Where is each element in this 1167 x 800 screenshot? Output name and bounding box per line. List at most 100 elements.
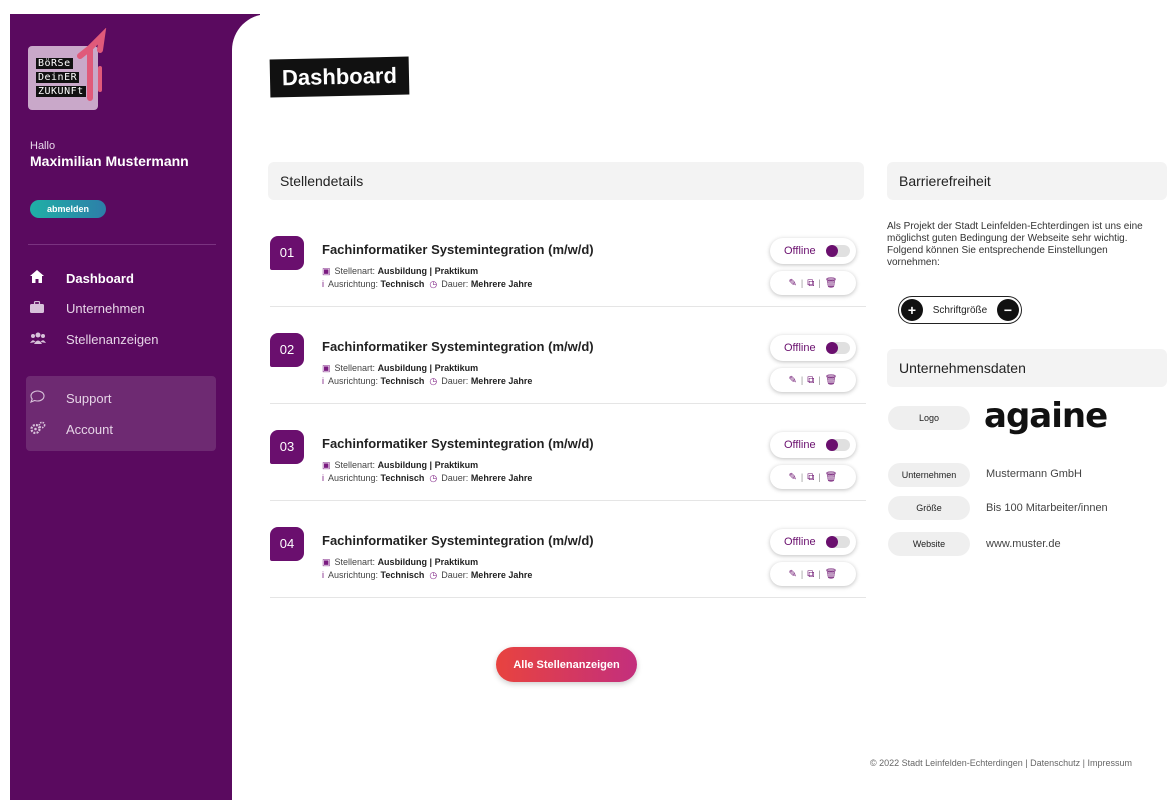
website-value[interactable]: www.muster.de	[986, 538, 1061, 550]
status-toggle[interactable]: Offline	[770, 432, 856, 458]
info-icon: i	[322, 279, 324, 289]
sidebar-item-dashboard[interactable]: Dashboard	[30, 267, 210, 289]
clock-icon: ◷	[429, 279, 438, 289]
job-type-value: Ausbildung | Praktikum	[377, 363, 479, 373]
edit-icon[interactable]: ✎	[789, 375, 797, 386]
job-duration-label: Dauer:	[441, 473, 469, 483]
status-toggle[interactable]: Offline	[770, 335, 856, 361]
minus-icon[interactable]: −	[997, 299, 1019, 321]
info-icon: i	[322, 376, 324, 386]
toggle-switch[interactable]	[826, 439, 850, 451]
job-type-value: Ausbildung | Praktikum	[377, 460, 479, 470]
toggle-switch[interactable]	[826, 536, 850, 548]
job-title[interactable]: Fachinformatiker Systemintegration (m/w/…	[322, 533, 594, 548]
edit-icon[interactable]: ✎	[789, 569, 797, 580]
job-type-label: Stellenart:	[334, 363, 376, 373]
page-title: Dashboard	[269, 56, 410, 98]
job-type-value: Ausbildung | Praktikum	[377, 557, 479, 567]
sidebar-item-stellenanzeigen[interactable]: Stellenanzeigen	[30, 328, 210, 350]
toggle-switch[interactable]	[826, 342, 850, 354]
job-actions: ✎ | ⧉ | 🗑	[770, 562, 856, 586]
logo-label: Logo	[888, 406, 970, 430]
job-duration-label: Dauer:	[441, 376, 469, 386]
job-number: 04	[270, 527, 304, 561]
footer: © 2022 Stadt Leinfelden-Echterdingen | D…	[870, 758, 1132, 768]
info-icon: i	[322, 473, 324, 483]
all-jobs-button[interactable]: Alle Stellenanzeigen	[496, 647, 637, 682]
job-direction-value: Technisch	[380, 279, 425, 289]
job-item: 04 Fachinformatiker Systemintegration (m…	[270, 501, 866, 598]
clock-icon: ◷	[429, 473, 438, 483]
logout-button[interactable]: abmelden	[30, 200, 106, 218]
job-duration-value: Mehrere Jahre	[470, 570, 533, 580]
sidebar-item-support[interactable]: Support	[30, 387, 210, 409]
job-direction-label: Ausrichtung:	[328, 376, 379, 386]
status-toggle[interactable]: Offline	[770, 529, 856, 555]
accessibility-text: Als Projekt der Stadt Leinfelden-Echterd…	[887, 221, 1143, 268]
sidebar-item-label: Support	[66, 390, 112, 406]
trash-icon[interactable]: 🗑	[825, 375, 838, 386]
job-actions: ✎ | ⧉ | 🗑	[770, 465, 856, 489]
divider: |	[818, 278, 821, 288]
status-label: Offline	[784, 245, 816, 257]
job-type-value: Ausbildung | Praktikum	[377, 266, 479, 276]
trash-icon[interactable]: 🗑	[825, 569, 838, 580]
status-label: Offline	[784, 536, 816, 548]
copy-icon[interactable]: ⧉	[807, 375, 814, 386]
job-meta-line: i Ausrichtung: Technisch ◷ Dauer: Mehrere …	[322, 279, 532, 290]
job-item: 03 Fachinformatiker Systemintegration (m…	[270, 404, 866, 501]
job-meta-line: i Ausrichtung: Technisch ◷ Dauer: Mehrere …	[322, 376, 532, 387]
copy-icon[interactable]: ⧉	[807, 278, 814, 289]
sidebar-item-unternehmen[interactable]: Unternehmen	[30, 297, 210, 319]
website-label: Website	[888, 532, 970, 556]
trash-icon[interactable]: 🗑	[825, 472, 838, 483]
status-toggle[interactable]: Offline	[770, 238, 856, 264]
sidebar-item-label: Unternehmen	[66, 300, 145, 316]
job-type-label: Stellenart:	[334, 266, 376, 276]
copy-icon[interactable]: ⧉	[807, 472, 814, 483]
job-direction-label: Ausrichtung:	[328, 570, 379, 580]
briefcase-icon: ▣	[322, 460, 331, 470]
sidebar-item-label: Stellenanzeigen	[66, 331, 159, 347]
jobs-panel-header: Stellendetails	[268, 162, 864, 200]
trash-icon[interactable]: 🗑	[825, 278, 838, 289]
clock-icon: ◷	[429, 570, 438, 580]
job-title[interactable]: Fachinformatiker Systemintegration (m/w/…	[322, 242, 594, 257]
status-label: Offline	[784, 342, 816, 354]
job-type-label: Stellenart:	[334, 557, 376, 567]
job-number: 03	[270, 430, 304, 464]
job-meta-line: i Ausrichtung: Technisch ◷ Dauer: Mehrere …	[322, 473, 532, 484]
job-title[interactable]: Fachinformatiker Systemintegration (m/w/…	[322, 436, 594, 451]
job-duration-label: Dauer:	[441, 279, 469, 289]
job-type-line: ▣ Stellenart: Ausbildung | Praktikum	[322, 557, 478, 568]
copy-icon[interactable]: ⧉	[807, 569, 814, 580]
job-direction-label: Ausrichtung:	[328, 279, 379, 289]
job-direction-value: Technisch	[380, 376, 425, 386]
status-label: Offline	[784, 439, 816, 451]
toggle-switch[interactable]	[826, 245, 850, 257]
company-size-value: Bis 100 Mitarbeiter/innen	[986, 502, 1108, 514]
company-name-label: Unternehmen	[888, 463, 970, 487]
job-item: 02 Fachinformatiker Systemintegration (m…	[270, 307, 866, 404]
edit-icon[interactable]: ✎	[789, 278, 797, 289]
sidebar-item-label: Dashboard	[66, 270, 134, 286]
plus-icon[interactable]: +	[901, 299, 923, 321]
divider: |	[800, 472, 804, 482]
font-size-control: + Schriftgröße −	[898, 296, 1022, 324]
edit-icon[interactable]: ✎	[789, 472, 797, 483]
job-title[interactable]: Fachinformatiker Systemintegration (m/w/…	[322, 339, 594, 354]
job-type-label: Stellenart:	[334, 460, 376, 470]
job-direction-label: Ausrichtung:	[328, 473, 379, 483]
home-icon	[30, 270, 50, 286]
job-duration-value: Mehrere Jahre	[470, 279, 533, 289]
logo[interactable]: BöRSe DeinER ZUKUNFt	[28, 28, 118, 112]
divider: |	[800, 375, 804, 385]
job-type-line: ▣ Stellenart: Ausbildung | Praktikum	[322, 460, 478, 471]
divider: |	[800, 278, 804, 288]
company-header: Unternehmensdaten	[887, 349, 1167, 387]
company-logo: againe	[984, 396, 1108, 436]
sidebar-item-account[interactable]: Account	[30, 418, 210, 440]
briefcase-icon: ▣	[322, 557, 331, 567]
page: BöRSe DeinER ZUKUNFt Hallo Maximilian Mu…	[0, 0, 1167, 800]
job-duration-label: Dauer:	[441, 570, 469, 580]
